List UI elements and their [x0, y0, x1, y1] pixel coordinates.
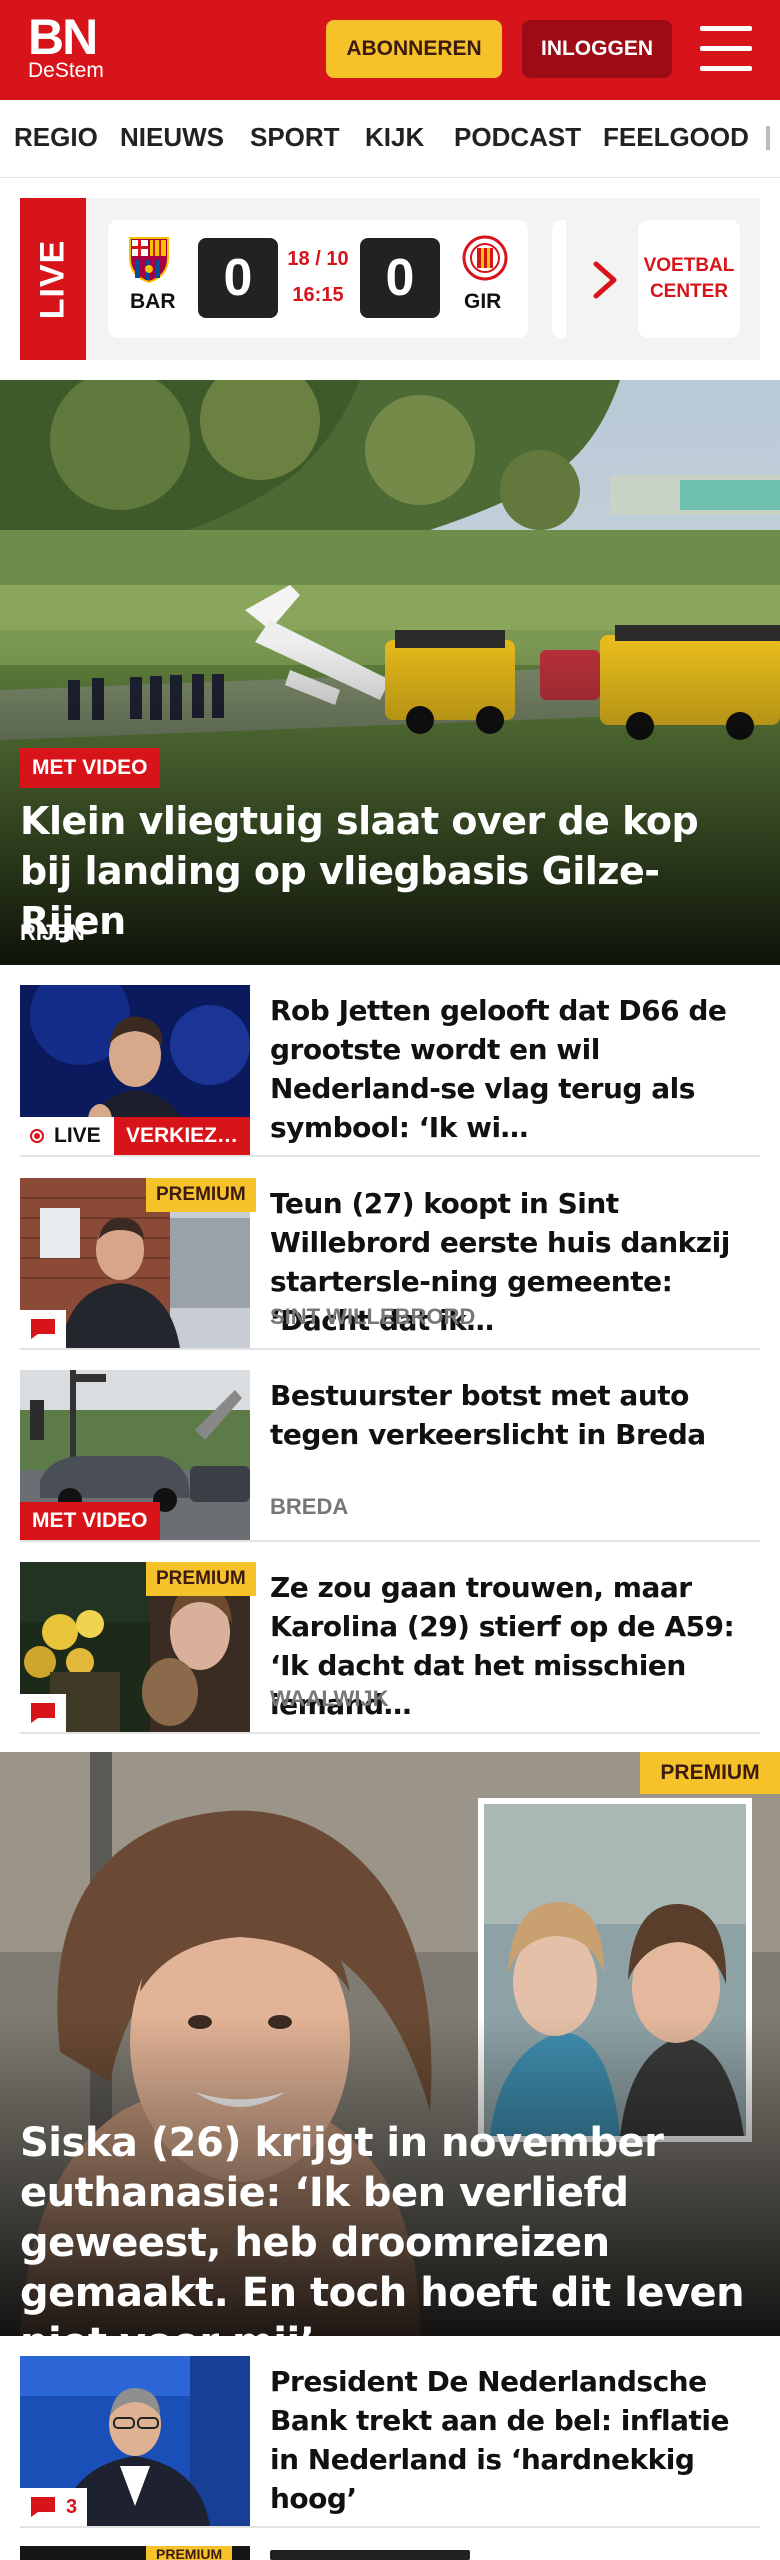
- nav-item-podcast[interactable]: PODCAST: [454, 122, 581, 153]
- article-title[interactable]: Rob Jetten gelooft dat D66 de grootste w…: [270, 991, 760, 1147]
- nav-item-feelgood[interactable]: FEELGOOD: [603, 122, 749, 153]
- away-team-code: GIR: [464, 290, 502, 313]
- comment-badge: [20, 1310, 66, 1348]
- article-location: WAALWIJK: [270, 1686, 389, 1711]
- chevron-right-icon[interactable]: [588, 258, 624, 302]
- article-item[interactable]: 3 President De Nederlandsche Bank trekt …: [20, 2356, 760, 2526]
- comment-icon: [31, 1703, 55, 1723]
- next-match-card-partial[interactable]: [552, 220, 566, 338]
- hero-location: RIJEN: [20, 920, 85, 945]
- premium-badge: PREMIUM: [146, 1562, 256, 1596]
- barcelona-crest-icon: [129, 237, 169, 284]
- divider: [20, 1348, 760, 1350]
- site-header: BN DeStem ABONNEREN INLOGGEN: [0, 0, 780, 100]
- premium-badge: PREMIUM: [640, 1752, 780, 1794]
- logo-sub: DeStem: [28, 59, 104, 82]
- login-button[interactable]: INLOGGEN: [522, 20, 672, 78]
- hero-video-tag: MET VIDEO: [20, 748, 160, 788]
- comment-icon: [31, 1319, 55, 1339]
- article-tag: MET VIDEO: [20, 1502, 160, 1540]
- match-time: 16:15: [292, 284, 344, 306]
- nav-item-nieuws[interactable]: NIEUWS: [120, 122, 224, 153]
- live-badge: LIVE: [20, 1117, 114, 1155]
- article-item[interactable]: LIVE VERKIEZ… Rob Jetten gelooft dat D66…: [20, 985, 760, 1155]
- comment-count: 3: [66, 2495, 78, 2518]
- article-title[interactable]: President De Nederlandsche Bank trekt aa…: [270, 2362, 760, 2518]
- divider: [20, 2526, 760, 2528]
- nav-item-sport[interactable]: SPORT: [250, 122, 340, 153]
- logo-main: BN: [28, 9, 98, 65]
- article-item[interactable]: PREMIUM Teun (27) koopt in Sint Willebro…: [20, 1178, 760, 1348]
- live-score-strip: LIVE BAR 0 18 / 10 16:15 0 GIR VOETBAL C…: [0, 178, 780, 370]
- live-dot-icon: [30, 1129, 44, 1143]
- comment-icon: [31, 2497, 55, 2517]
- match-card[interactable]: BAR 0 18 / 10 16:15 0 GIR: [108, 220, 528, 338]
- divider: [20, 1732, 760, 1734]
- home-team-code: BAR: [130, 290, 176, 313]
- site-logo[interactable]: BN DeStem: [28, 12, 104, 82]
- nav-item-kijk[interactable]: KIJK: [365, 122, 424, 153]
- article-tag: VERKIEZ…: [114, 1117, 250, 1155]
- feature-title[interactable]: Siska (26) krijgt in november euthanasie…: [20, 2118, 760, 2368]
- girona-crest-icon: [462, 235, 508, 281]
- voetbal-center-link[interactable]: VOETBAL CENTER: [638, 220, 740, 338]
- divider: [20, 1540, 760, 1542]
- home-score: 0: [198, 238, 278, 318]
- hamburger-menu-icon[interactable]: [700, 26, 752, 72]
- subscribe-button[interactable]: ABONNEREN: [326, 20, 502, 78]
- article-location: BREDA: [270, 1494, 349, 1519]
- hero-title[interactable]: Klein vliegtuig slaat over de kop bij la…: [20, 796, 760, 946]
- article-location: SINT WILLEBRORD: [270, 1304, 476, 1329]
- premium-badge: PREMIUM: [146, 1178, 256, 1212]
- article-item[interactable]: MET VIDEO Bestuurster botst met auto teg…: [20, 1370, 760, 1540]
- nav-overflow-hint: [766, 126, 770, 150]
- divider: [20, 1155, 760, 1157]
- article-title[interactable]: Bestuurster botst met auto tegen verkeer…: [270, 1376, 760, 1454]
- nav-item-regio[interactable]: REGIO: [14, 122, 98, 153]
- comment-badge: 3: [20, 2488, 88, 2526]
- next-article-title-partial[interactable]: [270, 2550, 470, 2560]
- comment-badge: [20, 1694, 66, 1732]
- article-item[interactable]: PREMIUM Ze zou gaan trouwen, maar Karoli…: [20, 1562, 760, 1732]
- match-date: 18 / 10: [287, 248, 349, 270]
- premium-badge: PREMIUM: [146, 2546, 233, 2560]
- away-score: 0: [360, 238, 440, 318]
- section-nav: REGIO NIEUWS SPORT KIJK PODCAST FEELGOOD: [0, 100, 780, 178]
- live-label: LIVE: [20, 198, 86, 360]
